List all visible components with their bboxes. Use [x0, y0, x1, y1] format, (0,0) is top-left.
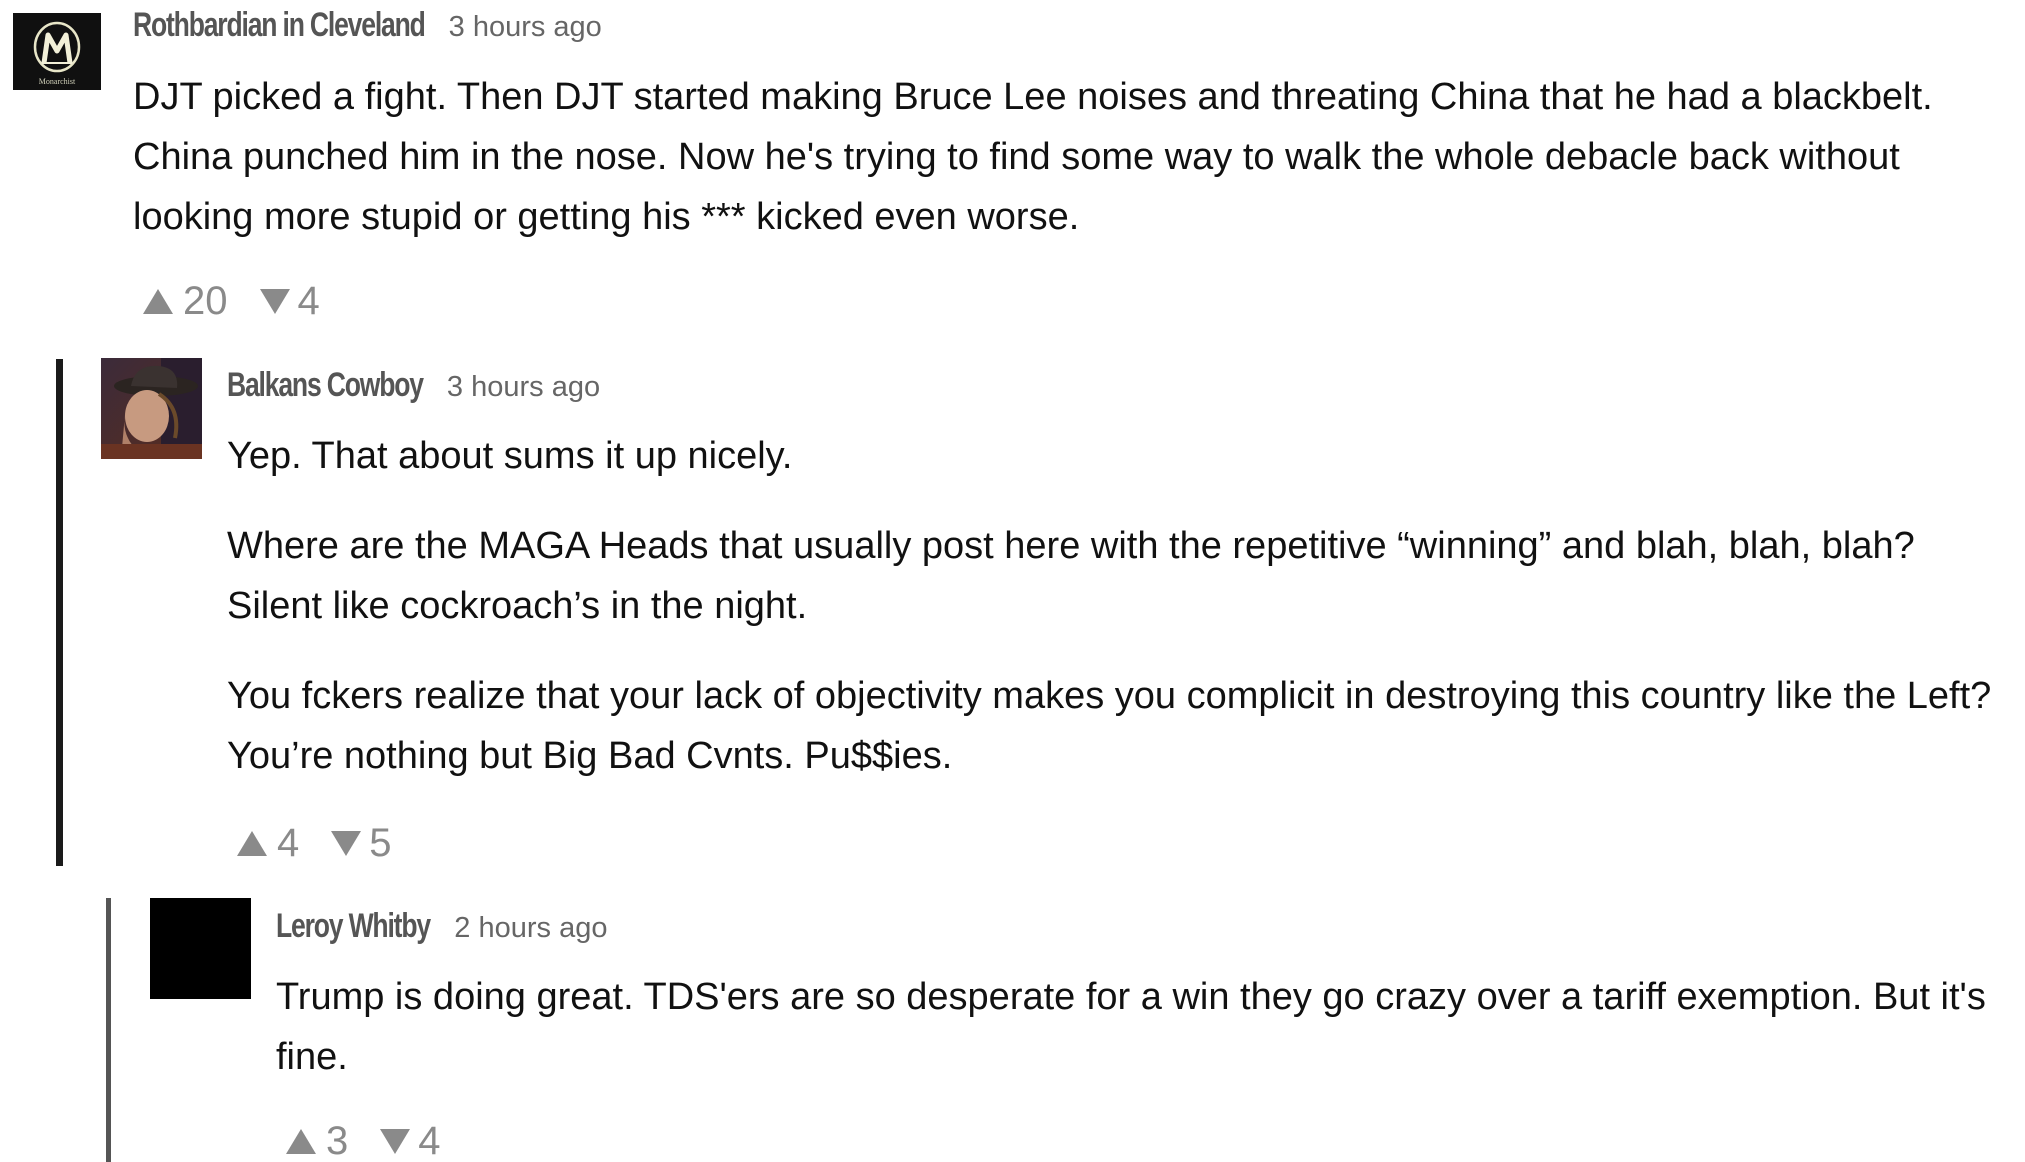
author-name[interactable]: Leroy Whitby: [276, 907, 431, 946]
comment-header: Leroy Whitby 2 hours ago: [276, 907, 607, 946]
vote-bar: 3 4: [286, 1119, 441, 1162]
downvote-arrow-icon: [380, 1129, 411, 1154]
upvote-arrow-icon: [286, 1129, 316, 1154]
black-square-avatar-icon: [150, 898, 251, 999]
downvote-button[interactable]: 4: [380, 1119, 441, 1162]
upvote-button[interactable]: 3: [286, 1119, 348, 1162]
comment-reply: Leroy Whitby 2 hours ago Trump is doing …: [0, 0, 2025, 1162]
downvote-count: 4: [418, 1119, 441, 1162]
comment-thread: Monarchist Rothbardian in Cleveland 3 ho…: [0, 0, 2025, 1162]
timestamp[interactable]: 2 hours ago: [454, 912, 607, 945]
comment-body: Trump is doing great. TDS'ers are so des…: [276, 967, 2011, 1087]
comment-paragraph: Trump is doing great. TDS'ers are so des…: [276, 976, 1986, 1078]
upvote-count: 3: [326, 1119, 349, 1162]
avatar[interactable]: [150, 898, 251, 999]
